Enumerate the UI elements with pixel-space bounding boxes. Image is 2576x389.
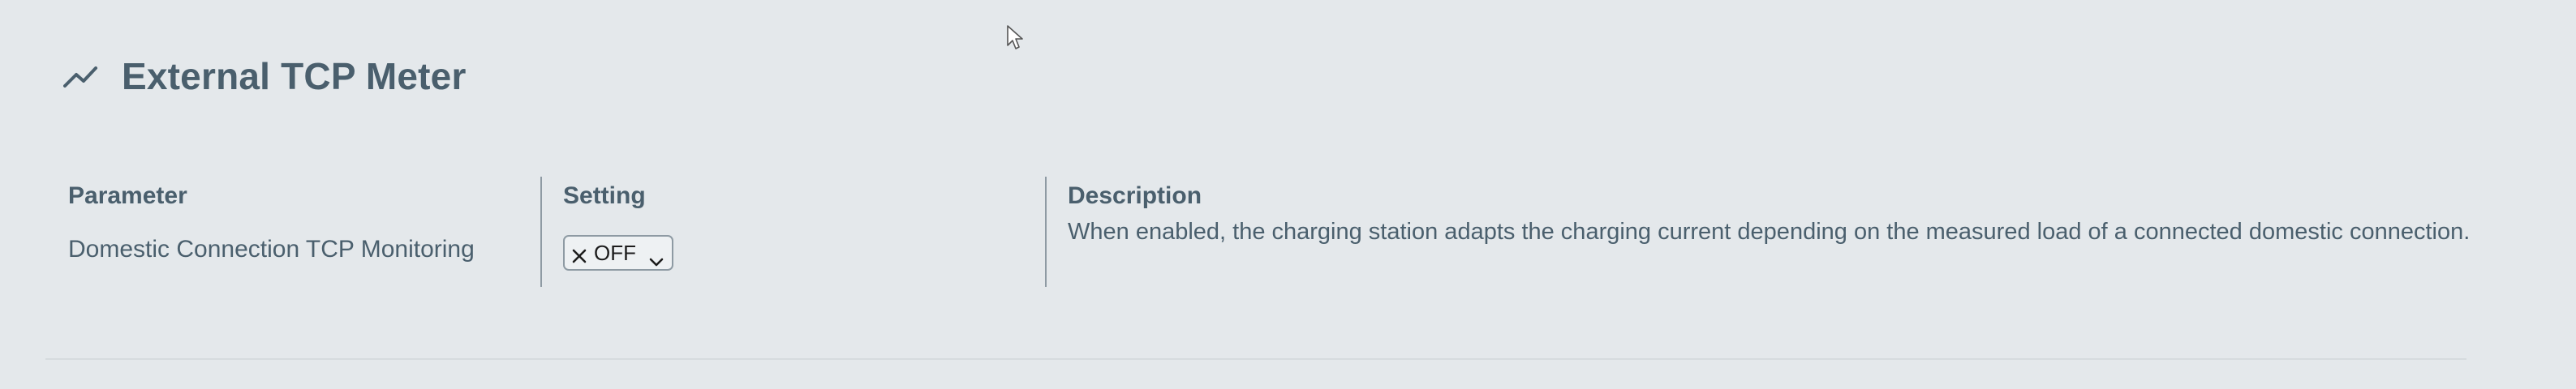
chevron-down-icon: [649, 248, 664, 267]
parameter-name: Domestic Connection TCP Monitoring: [68, 236, 475, 263]
mouse-cursor-icon: [1006, 24, 1026, 52]
section-header: External TCP Meter: [63, 50, 467, 102]
description-column: Description When enabled, the charging s…: [1045, 177, 2502, 287]
parameter-header: Parameter: [68, 182, 187, 209]
trend-line-icon: [63, 63, 99, 89]
parameter-column: Parameter Domestic Connection TCP Monito…: [68, 177, 555, 287]
section-divider: [45, 358, 2466, 360]
setting-header: Setting: [563, 182, 646, 209]
page-title: External TCP Meter: [122, 55, 467, 97]
external-tcp-meter-section: External TCP Meter Parameter Domestic Co…: [0, 0, 2576, 389]
select-value: OFF: [594, 240, 636, 265]
setting-column: Setting OFF: [540, 177, 1060, 287]
tcp-monitoring-select[interactable]: OFF: [563, 235, 673, 271]
close-icon: [571, 245, 587, 263]
settings-table: Parameter Domestic Connection TCP Monito…: [55, 177, 2502, 287]
description-header: Description: [1068, 182, 1202, 209]
description-text: When enabled, the charging station adapt…: [1068, 219, 2471, 245]
